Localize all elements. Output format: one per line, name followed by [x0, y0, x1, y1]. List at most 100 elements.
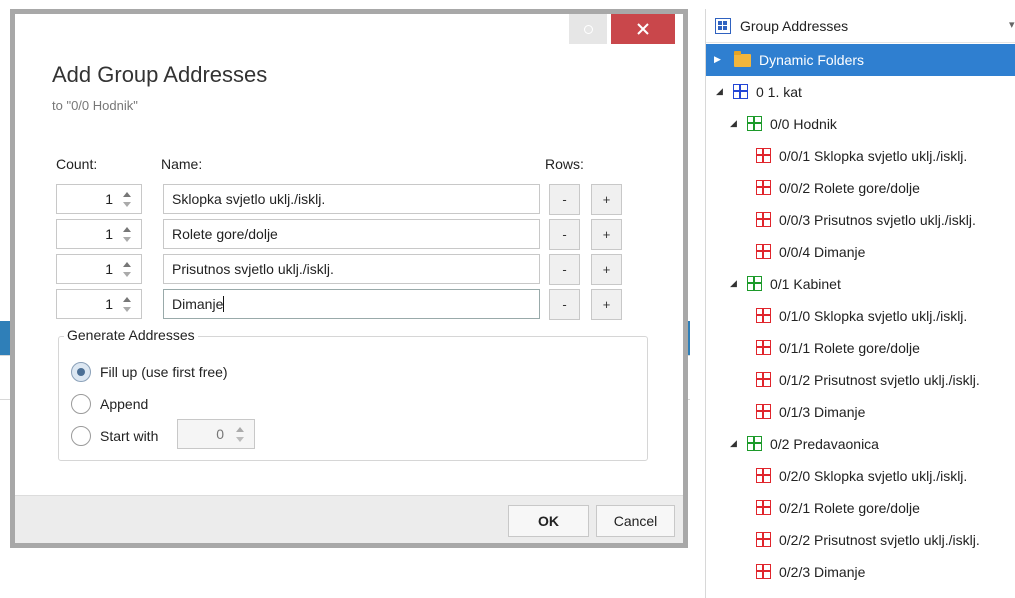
remove-row-button[interactable]: -: [549, 289, 580, 320]
start-with-stepper[interactable]: 0: [177, 419, 255, 449]
tree-item-label: 0/1/2 Prisutnost svjetlo uklj./isklj.: [779, 372, 980, 388]
tree-item-group-address[interactable]: 0/0/1 Sklopka svjetlo uklj./isklj.: [706, 140, 1015, 172]
group-address-icon: [756, 532, 772, 548]
group-address-icon: [756, 180, 772, 196]
name-label: Name:: [161, 156, 203, 172]
tree-item-middle-group[interactable]: ◢ 0/1 Kabinet: [706, 268, 1015, 300]
group-address-icon: [756, 244, 772, 260]
tree-item-label: 0/1/1 Rolete gore/dolje: [779, 340, 920, 356]
fill-up-label[interactable]: Fill up (use first free): [100, 364, 228, 380]
tree-item-group-address[interactable]: 0/1/0 Sklopka svjetlo uklj./isklj.: [706, 300, 1015, 332]
panel-header: Group Addresses ▾: [706, 9, 1015, 43]
spin-up-icon[interactable]: [122, 225, 132, 233]
group-address-icon: [756, 308, 772, 324]
tree-item-label: 0/2/3 Dimanje: [779, 564, 866, 580]
add-row-button[interactable]: +: [591, 184, 622, 215]
spin-up-icon[interactable]: [122, 295, 132, 303]
group-address-icon: [756, 340, 772, 356]
spin-up-icon[interactable]: [122, 190, 132, 198]
tree-item-label: 0/2 Predavaonica: [770, 436, 879, 452]
remove-row-button[interactable]: -: [549, 184, 580, 215]
remove-row-button[interactable]: -: [549, 254, 580, 285]
tree-item-label: 0/2/0 Sklopka svjetlo uklj./isklj.: [779, 468, 968, 484]
tree-item-middle-group[interactable]: ◢ 0/0 Hodnik: [706, 108, 1015, 140]
collapse-arrow-icon[interactable]: ◢: [730, 278, 737, 289]
group-address-icon: [756, 372, 772, 388]
group-address-icon: [756, 468, 772, 484]
tree-item-group-address[interactable]: 0/2/0 Sklopka svjetlo uklj./isklj.: [706, 460, 1015, 492]
start-with-label[interactable]: Start with: [100, 428, 158, 444]
count-stepper[interactable]: 1: [56, 219, 142, 249]
tree-item-main-group[interactable]: ◢ 0 1. kat: [706, 76, 1015, 108]
middle-group-icon: [747, 276, 763, 292]
group-address-icon: [756, 564, 772, 580]
spin-up-icon[interactable]: [122, 260, 132, 268]
add-row-button[interactable]: +: [591, 289, 622, 320]
tree-item-group-address[interactable]: 0/1/1 Rolete gore/dolje: [706, 332, 1015, 364]
restore-icon: [583, 24, 593, 34]
restore-button[interactable]: [569, 14, 607, 44]
tree-item-label: 0/2/1 Rolete gore/dolje: [779, 500, 920, 516]
spin-down-icon[interactable]: [122, 306, 132, 314]
tree-item-label: Dynamic Folders: [759, 52, 865, 68]
add-group-addresses-dialog: Add Group Addresses to "0/0 Hodnik" Coun…: [10, 9, 688, 548]
ok-button[interactable]: OK: [508, 505, 589, 537]
tree-item-group-address[interactable]: 0/1/3 Dimanje: [706, 396, 1015, 428]
tree-item-label: 0/1/3 Dimanje: [779, 404, 866, 420]
start-with-radio[interactable]: [71, 426, 91, 446]
panel-title: Group Addresses: [740, 18, 849, 34]
group-address-icon: [756, 404, 772, 420]
spin-down-icon[interactable]: [122, 201, 132, 209]
remove-row-button[interactable]: -: [549, 219, 580, 250]
spin-down-icon[interactable]: [122, 236, 132, 244]
close-button[interactable]: [611, 14, 675, 44]
tree-item-group-address[interactable]: 0/2/1 Rolete gore/dolje: [706, 492, 1015, 524]
collapse-arrow-icon[interactable]: ◢: [716, 86, 723, 97]
fill-up-radio[interactable]: [71, 362, 91, 382]
tree-item-group-address[interactable]: 0/1/2 Prisutnost svjetlo uklj./isklj.: [706, 364, 1015, 396]
count-stepper[interactable]: 1: [56, 184, 142, 214]
start-with-value: 0: [216, 426, 224, 442]
tree-item-middle-group[interactable]: ◢ 0/2 Predavaonica: [706, 428, 1015, 460]
add-row-button[interactable]: +: [591, 219, 622, 250]
middle-group-icon: [747, 436, 763, 452]
name-field[interactable]: Rolete gore/dolje: [163, 219, 540, 249]
append-label[interactable]: Append: [100, 396, 148, 412]
tree-item-group-address[interactable]: 0/0/2 Rolete gore/dolje: [706, 172, 1015, 204]
dialog-title: Add Group Addresses: [52, 62, 268, 87]
spin-down-icon[interactable]: [235, 436, 245, 444]
tree-item-label: 0/0/3 Prisutnos svjetlo uklj./isklj.: [779, 212, 976, 228]
spin-down-icon[interactable]: [122, 271, 132, 279]
append-radio[interactable]: [71, 394, 91, 414]
count-value: 1: [105, 191, 113, 207]
close-icon: [637, 23, 649, 35]
tree-item-group-address[interactable]: 0/0/4 Dimanje: [706, 236, 1015, 268]
middle-group-icon: [747, 116, 763, 132]
group-address-icon: [756, 148, 772, 164]
tree-item-label: 0/0/2 Rolete gore/dolje: [779, 180, 920, 196]
count-stepper[interactable]: 1: [56, 254, 142, 284]
collapse-arrow-icon[interactable]: ◢: [730, 438, 737, 449]
count-stepper[interactable]: 1: [56, 289, 142, 319]
cancel-button[interactable]: Cancel: [596, 505, 675, 537]
tree-item-label: 0/0/4 Dimanje: [779, 244, 866, 260]
rows-label: Rows:: [545, 156, 584, 172]
tree-item-label: 0/2/2 Prisutnost svjetlo uklj./isklj.: [779, 532, 980, 548]
name-field[interactable]: Sklopka svjetlo uklj./isklj.: [163, 184, 540, 214]
chevron-down-icon[interactable]: ▾: [1009, 18, 1015, 31]
name-field[interactable]: Prisutnos svjetlo uklj./isklj.: [163, 254, 540, 284]
tree-item-group-address[interactable]: 0/2/3 Dimanje: [706, 556, 1015, 588]
tree-item-group-address[interactable]: 0/0/3 Prisutnos svjetlo uklj./isklj.: [706, 204, 1015, 236]
folder-icon: [734, 51, 751, 68]
spin-up-icon[interactable]: [235, 425, 245, 433]
expand-arrow-icon[interactable]: ▶: [714, 54, 721, 65]
group-address-icon: [756, 212, 772, 228]
collapse-arrow-icon[interactable]: ◢: [730, 118, 737, 129]
name-field[interactable]: Dimanje: [163, 289, 540, 319]
add-row-button[interactable]: +: [591, 254, 622, 285]
tree-item-dynamic-folders[interactable]: ▶ Dynamic Folders: [706, 44, 1015, 76]
group-addresses-icon: [715, 18, 731, 34]
dialog-footer: OK Cancel: [15, 495, 683, 543]
tree-item-group-address[interactable]: 0/2/2 Prisutnost svjetlo uklj./isklj.: [706, 524, 1015, 556]
tree-item-label: 0 1. kat: [756, 84, 802, 100]
